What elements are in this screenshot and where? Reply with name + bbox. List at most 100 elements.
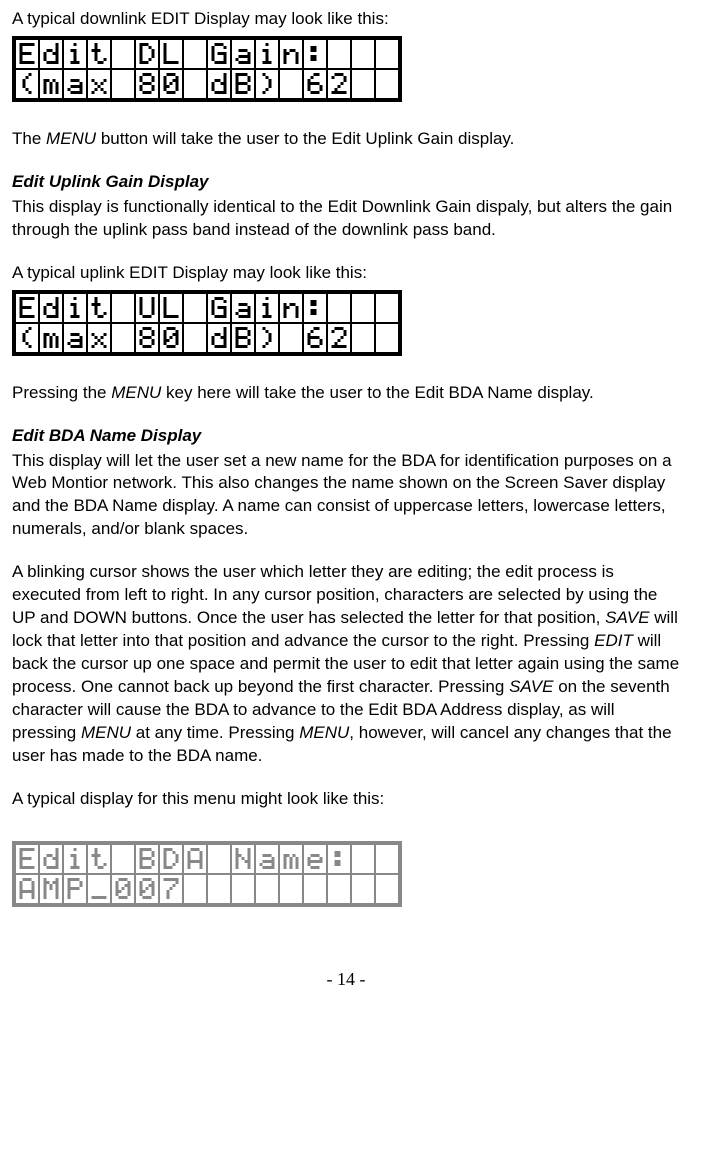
intro-downlink-text: A typical downlink EDIT Display may look… bbox=[12, 8, 680, 31]
lcd-cell bbox=[63, 844, 87, 874]
save-keyword: SAVE bbox=[605, 608, 649, 627]
text-frag: A blinking cursor shows the user which l… bbox=[12, 562, 657, 627]
lcd-cell bbox=[279, 293, 303, 323]
lcd-cell bbox=[135, 293, 159, 323]
lcd-cell bbox=[183, 323, 207, 353]
lcd-cell bbox=[303, 874, 327, 904]
lcd-cell bbox=[351, 69, 375, 99]
lcd-uplink-display bbox=[12, 290, 402, 356]
lcd-cell bbox=[231, 323, 255, 353]
lcd-cell bbox=[87, 874, 111, 904]
lcd-cell bbox=[207, 844, 231, 874]
save-keyword: SAVE bbox=[509, 677, 553, 696]
lcd-cell bbox=[111, 39, 135, 69]
lcd-cell bbox=[351, 323, 375, 353]
heading-edit-bda-name: Edit BDA Name Display bbox=[12, 425, 680, 448]
lcd-cell bbox=[159, 39, 183, 69]
lcd-cell bbox=[279, 69, 303, 99]
lcd-cell bbox=[63, 323, 87, 353]
lcd-cell bbox=[135, 39, 159, 69]
lcd-cell bbox=[207, 39, 231, 69]
lcd-cell bbox=[159, 874, 183, 904]
lcd-cell bbox=[39, 844, 63, 874]
bda-name-editing-text: A blinking cursor shows the user which l… bbox=[12, 561, 680, 767]
lcd-cell bbox=[39, 323, 63, 353]
lcd-cell bbox=[375, 293, 399, 323]
text-frag: at any time. Pressing bbox=[131, 723, 299, 742]
lcd-cell bbox=[111, 69, 135, 99]
lcd-cell bbox=[327, 323, 351, 353]
lcd-cell bbox=[327, 293, 351, 323]
lcd-cell bbox=[15, 39, 39, 69]
lcd-cell bbox=[231, 844, 255, 874]
lcd-cell bbox=[279, 874, 303, 904]
lcd-cell bbox=[375, 874, 399, 904]
lcd-cell bbox=[303, 323, 327, 353]
bda-name-description: This display will let the user set a new… bbox=[12, 450, 680, 542]
lcd-cell bbox=[327, 69, 351, 99]
lcd-cell bbox=[183, 69, 207, 99]
lcd-cell bbox=[255, 39, 279, 69]
lcd-cell bbox=[375, 69, 399, 99]
lcd-cell bbox=[375, 844, 399, 874]
lcd-cell bbox=[255, 874, 279, 904]
lcd-cell bbox=[231, 69, 255, 99]
lcd-cell bbox=[159, 844, 183, 874]
lcd-cell bbox=[111, 323, 135, 353]
lcd-cell bbox=[39, 69, 63, 99]
lcd-cell bbox=[231, 293, 255, 323]
lcd-cell bbox=[327, 39, 351, 69]
lcd-cell bbox=[255, 293, 279, 323]
lcd-cell bbox=[183, 844, 207, 874]
lcd-cell bbox=[207, 293, 231, 323]
lcd-cell bbox=[183, 293, 207, 323]
uplink-description: This display is functionally identical t… bbox=[12, 196, 680, 242]
lcd-cell bbox=[279, 323, 303, 353]
lcd-cell bbox=[159, 323, 183, 353]
lcd-cell bbox=[207, 323, 231, 353]
lcd-cell bbox=[63, 874, 87, 904]
lcd-cell bbox=[351, 39, 375, 69]
menu-to-bdaname-text: Pressing the MENU key here will take the… bbox=[12, 382, 680, 405]
lcd-cell bbox=[375, 39, 399, 69]
menu-keyword: MENU bbox=[299, 723, 349, 742]
text-frag: key here will take the user to the Edit … bbox=[161, 383, 593, 402]
lcd-cell bbox=[303, 293, 327, 323]
lcd-cell bbox=[63, 69, 87, 99]
lcd-cell bbox=[303, 39, 327, 69]
lcd-cell bbox=[135, 69, 159, 99]
lcd-cell bbox=[375, 323, 399, 353]
heading-edit-uplink: Edit Uplink Gain Display bbox=[12, 171, 680, 194]
lcd-cell bbox=[303, 69, 327, 99]
lcd-cell bbox=[279, 39, 303, 69]
lcd-cell bbox=[111, 874, 135, 904]
lcd-cell bbox=[207, 69, 231, 99]
lcd-cell bbox=[183, 39, 207, 69]
lcd-cell bbox=[87, 39, 111, 69]
lcd-cell bbox=[63, 39, 87, 69]
intro-bda-display-text: A typical display for this menu might lo… bbox=[12, 788, 680, 811]
lcd-cell bbox=[15, 69, 39, 99]
lcd-cell bbox=[135, 323, 159, 353]
lcd-cell bbox=[39, 874, 63, 904]
lcd-cell bbox=[87, 69, 111, 99]
lcd-cell bbox=[135, 844, 159, 874]
lcd-cell bbox=[87, 293, 111, 323]
lcd-cell bbox=[327, 844, 351, 874]
lcd-cell bbox=[351, 293, 375, 323]
lcd-cell bbox=[255, 323, 279, 353]
menu-keyword: MENU bbox=[111, 383, 161, 402]
lcd-cell bbox=[255, 69, 279, 99]
lcd-cell bbox=[351, 874, 375, 904]
intro-uplink-text: A typical uplink EDIT Display may look l… bbox=[12, 262, 680, 285]
lcd-bda-name-display bbox=[12, 841, 402, 907]
lcd-cell bbox=[327, 874, 351, 904]
lcd-cell bbox=[303, 844, 327, 874]
lcd-cell bbox=[15, 874, 39, 904]
lcd-cell bbox=[135, 874, 159, 904]
lcd-cell bbox=[207, 874, 231, 904]
lcd-cell bbox=[351, 844, 375, 874]
lcd-cell bbox=[111, 844, 135, 874]
page-number: - 14 - bbox=[12, 967, 680, 991]
lcd-cell bbox=[231, 39, 255, 69]
